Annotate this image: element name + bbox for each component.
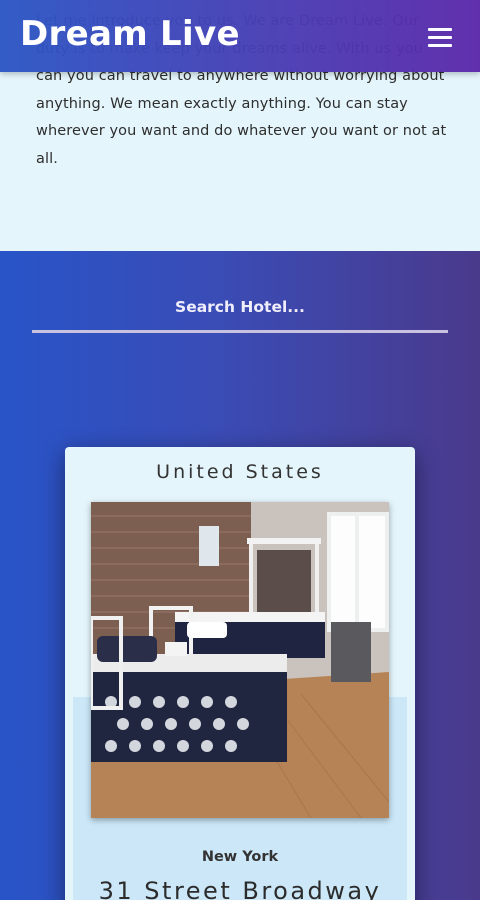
hotel-photo[interactable] xyxy=(91,502,389,818)
menu-bar xyxy=(428,36,452,39)
top-header: Dream Live xyxy=(0,0,480,72)
hotel-card[interactable]: United States New York 31 Street Broadwa… xyxy=(65,447,415,900)
search-input[interactable] xyxy=(32,287,448,327)
hotel-country: United States xyxy=(156,461,324,483)
hotel-room-image xyxy=(91,502,389,818)
hotels-section: United States xyxy=(0,251,480,900)
hotel-city: New York xyxy=(201,849,279,865)
menu-bar xyxy=(428,44,452,47)
logo[interactable]: Dream Live xyxy=(20,14,240,54)
hotel-street: 31 Street Broadway xyxy=(98,877,382,900)
menu-bar xyxy=(428,28,452,31)
hamburger-menu-icon[interactable] xyxy=(424,26,456,50)
search-field xyxy=(32,287,448,333)
